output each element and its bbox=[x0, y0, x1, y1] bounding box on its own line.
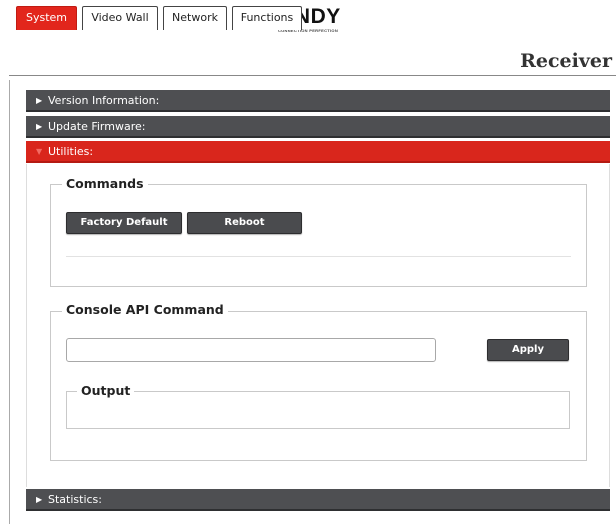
tab-network[interactable]: Network bbox=[163, 6, 227, 30]
apply-button[interactable]: Apply bbox=[487, 339, 569, 361]
chevron-right-icon: ▶ bbox=[36, 495, 43, 504]
section-statistics[interactable]: ▶ Statistics: bbox=[26, 489, 610, 511]
section-label: Utilities: bbox=[48, 145, 94, 158]
commands-fieldset bbox=[50, 184, 587, 287]
tab-system[interactable]: System bbox=[16, 6, 77, 30]
console-api-legend: Console API Command bbox=[62, 302, 228, 318]
divider bbox=[66, 256, 571, 257]
tab-underline bbox=[9, 75, 616, 76]
commands-legend: Commands bbox=[62, 176, 148, 192]
output-text bbox=[72, 402, 564, 424]
section-utilities[interactable]: ▼ Utilities: bbox=[26, 141, 610, 163]
chevron-down-icon: ▼ bbox=[36, 147, 43, 156]
factory-default-button[interactable]: Factory Default bbox=[66, 212, 182, 234]
device-title: Receiver bbox=[520, 50, 612, 72]
section-label: Statistics: bbox=[48, 493, 102, 506]
section-label: Version Information: bbox=[48, 94, 160, 107]
tab-functions[interactable]: Functions bbox=[232, 6, 302, 30]
section-update-firmware[interactable]: ▶ Update Firmware: bbox=[26, 116, 610, 138]
chevron-right-icon: ▶ bbox=[36, 122, 43, 131]
section-label: Update Firmware: bbox=[48, 120, 146, 133]
output-legend: Output bbox=[77, 383, 135, 399]
section-version-information[interactable]: ▶ Version Information: bbox=[26, 90, 610, 112]
reboot-button[interactable]: Reboot bbox=[187, 212, 302, 234]
tab-video-wall[interactable]: Video Wall bbox=[82, 6, 158, 30]
chevron-right-icon: ▶ bbox=[36, 96, 43, 105]
console-api-input[interactable] bbox=[66, 338, 436, 362]
